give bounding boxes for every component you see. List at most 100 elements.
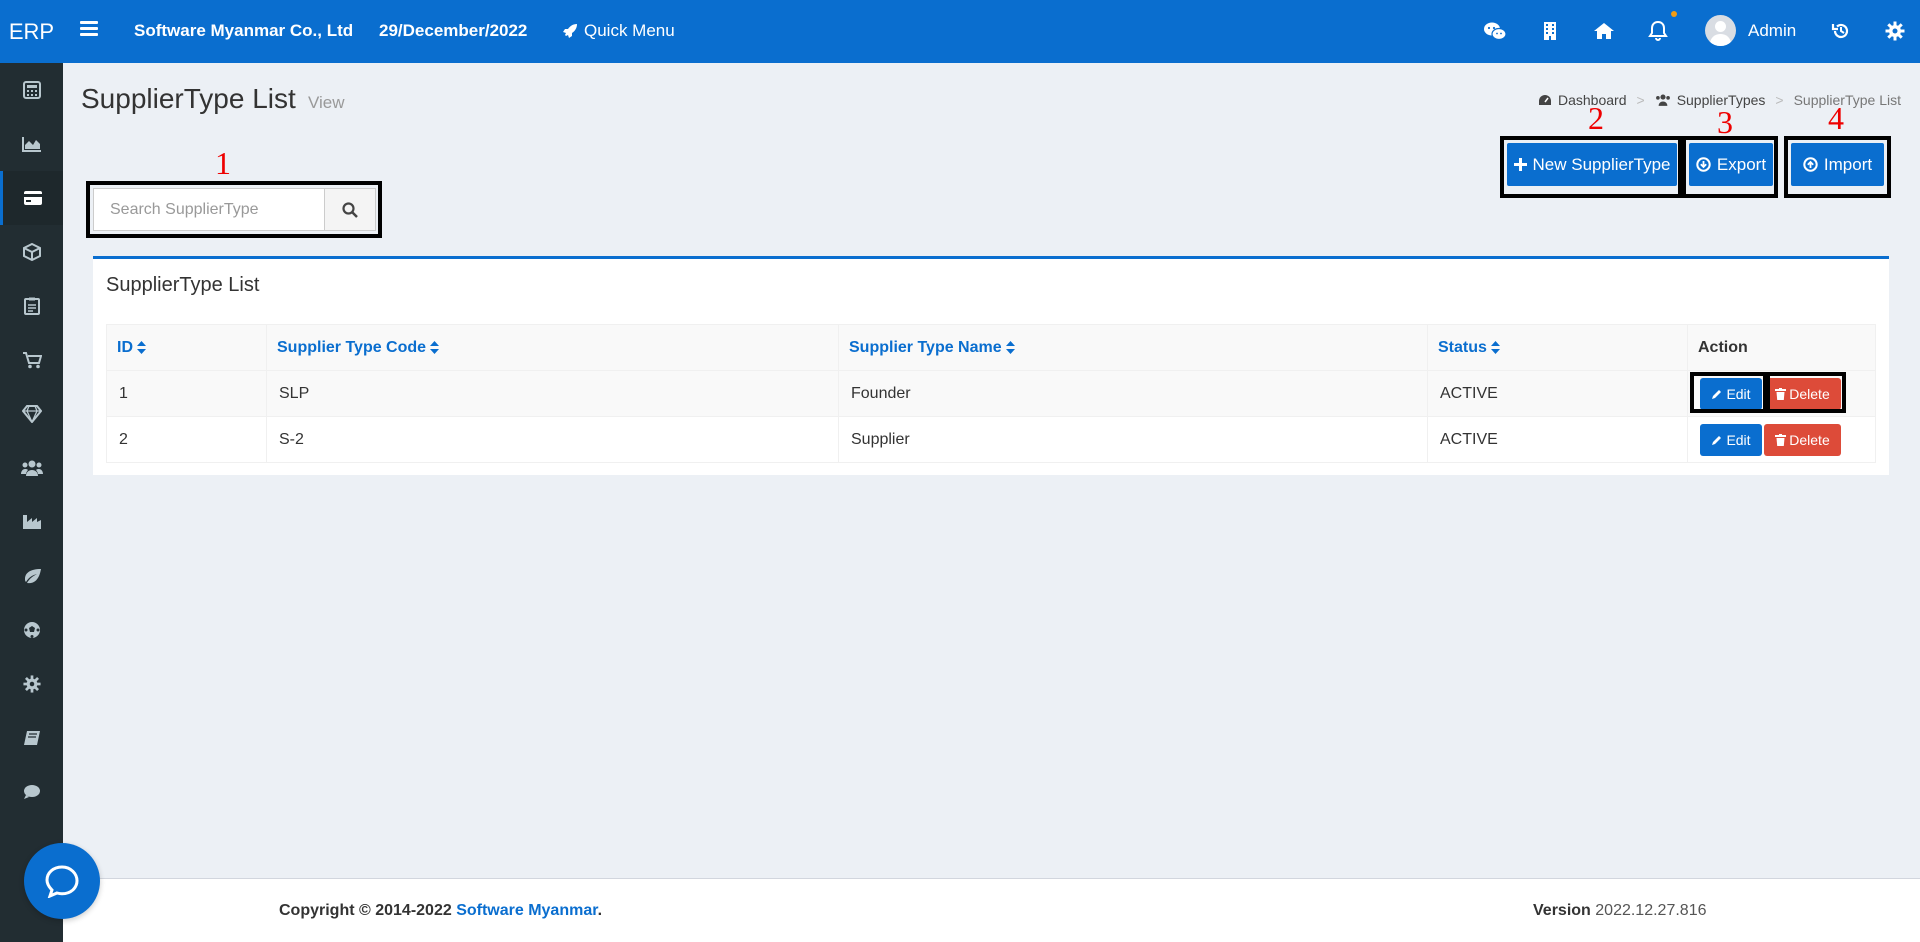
search-input[interactable]: [94, 189, 324, 230]
column-header-status-label: Status: [1438, 338, 1487, 356]
breadcrumb-supplier-types[interactable]: SupplierTypes: [1655, 92, 1765, 108]
users-icon[interactable]: [0, 441, 63, 495]
edit-button[interactable]: Edit: [1700, 423, 1762, 456]
cell-action: Edit Delete: [1687, 416, 1876, 463]
version-info: Version 2022.12.27.816: [1533, 902, 1706, 920]
avatar[interactable]: [1705, 15, 1736, 46]
table-row: 1 SLP Founder ACTIVE Edit Delete: [106, 370, 1876, 417]
home-icon[interactable]: [1591, 18, 1617, 44]
column-header-id[interactable]: ID: [106, 324, 267, 371]
diamond-icon[interactable]: [0, 387, 63, 441]
annotation-marker-4: 4: [1828, 100, 1844, 136]
sort-icon: [1490, 340, 1500, 354]
cell-id: 2: [106, 416, 267, 463]
settings-gear-icon[interactable]: [1882, 18, 1908, 44]
import-button[interactable]: Import: [1791, 143, 1884, 186]
import-circle-icon: [1803, 157, 1818, 172]
column-header-name-label: Supplier Type Name: [849, 338, 1002, 356]
copyright-prefix: Copyright © 2014-2022: [279, 902, 457, 919]
company-name: Software Myanmar Co., Ltd: [134, 21, 354, 40]
app-logo[interactable]: ERP: [0, 0, 63, 63]
quick-menu-label: Quick Menu: [584, 21, 675, 40]
breadcrumb-current: SupplierType List: [1793, 92, 1901, 108]
users-icon: [1655, 94, 1670, 106]
sort-icon: [1005, 340, 1015, 354]
sort-icon: [430, 340, 440, 354]
new-suppliertype-button[interactable]: New SupplierType: [1507, 143, 1677, 186]
calculator-icon[interactable]: [0, 63, 63, 117]
panel-title: SupplierType List: [106, 274, 260, 296]
shopping-cart-icon[interactable]: [0, 333, 63, 387]
area-chart-icon[interactable]: [0, 117, 63, 171]
wechat-icon[interactable]: [1482, 18, 1508, 44]
new-suppliertype-label: New SupplierType: [1532, 154, 1671, 174]
chat-widget-button[interactable]: [24, 843, 100, 919]
current-date: 29/December/2022: [379, 21, 528, 40]
cell-code: S-2: [266, 416, 839, 463]
search-icon: [342, 201, 358, 218]
annotation-marker-2: 2: [1588, 100, 1604, 136]
sidebar-toggle-icon[interactable]: [80, 21, 98, 41]
sidebar: [0, 63, 63, 942]
credit-card-icon[interactable]: [0, 171, 63, 225]
company-link[interactable]: Software Myanmar: [456, 902, 597, 919]
comment-icon[interactable]: [0, 765, 63, 819]
import-label: Import: [1823, 154, 1873, 174]
quick-menu-link[interactable]: Quick Menu: [562, 21, 675, 41]
column-header-name[interactable]: Supplier Type Name: [838, 324, 1428, 371]
footer: Copyright © 2014-2022 Software Myanmar. …: [63, 878, 1920, 942]
version-number: 2022.12.27.816: [1595, 902, 1707, 919]
breadcrumb-separator: >: [1636, 92, 1645, 108]
column-header-code-label: Supplier Type Code: [277, 338, 427, 356]
dashboard-icon: [1539, 95, 1551, 105]
breadcrumb-dashboard[interactable]: Dashboard: [1538, 92, 1627, 108]
page-subtitle: View: [308, 93, 345, 112]
history-icon[interactable]: [1828, 18, 1854, 44]
edit-label: Edit: [1726, 431, 1751, 448]
page-title: SupplierType List: [81, 83, 296, 114]
sort-icon: [137, 340, 146, 354]
column-header-status[interactable]: Status: [1427, 324, 1688, 371]
export-button[interactable]: Export: [1689, 143, 1773, 186]
building-icon[interactable]: [1537, 18, 1563, 44]
suppliertype-table: ID Supplier Type Code Supplier Type Name…: [106, 324, 1876, 463]
top-navbar: ERP Software Myanmar Co., Ltd 29/Decembe…: [0, 0, 1920, 63]
delete-label: Delete: [1789, 431, 1830, 448]
cube-icon[interactable]: [0, 225, 63, 279]
clipboard-icon[interactable]: [0, 279, 63, 333]
rocket-icon: [563, 24, 577, 38]
search-group: [93, 188, 376, 231]
version-label: Version: [1533, 902, 1591, 919]
cell-status: ACTIVE: [1427, 370, 1688, 417]
copyright-suffix: .: [597, 902, 603, 919]
table-header-row: ID Supplier Type Code Supplier Type Name…: [106, 324, 1876, 371]
cell-name: Supplier: [838, 416, 1428, 463]
industry-icon[interactable]: [0, 495, 63, 549]
cell-status: ACTIVE: [1427, 416, 1688, 463]
chat-icon: [45, 865, 79, 898]
cell-code: SLP: [266, 370, 839, 417]
delete-button[interactable]: Delete: [1764, 423, 1841, 456]
column-header-code[interactable]: Supplier Type Code: [266, 324, 839, 371]
pencil-icon: [1712, 435, 1722, 445]
trash-icon: [1775, 433, 1787, 446]
search-button[interactable]: [324, 189, 375, 230]
cell-id: 1: [106, 370, 267, 417]
user-menu[interactable]: Admin: [1748, 21, 1796, 41]
leaf-icon[interactable]: [0, 549, 63, 603]
plus-icon: [1513, 158, 1527, 171]
annotation-box-5: [1690, 372, 1767, 413]
cell-name: Founder: [838, 370, 1428, 417]
copyright: Copyright © 2014-2022 Software Myanmar.: [279, 902, 602, 920]
gear-icon[interactable]: [0, 657, 63, 711]
notification-dot: [1671, 11, 1677, 17]
book-icon[interactable]: [0, 711, 63, 765]
annotation-marker-1: 1: [215, 145, 231, 181]
breadcrumb-separator: >: [1775, 92, 1784, 108]
column-header-id-label: ID: [117, 338, 133, 356]
annotation-box-6: [1766, 372, 1846, 413]
export-circle-icon: [1696, 157, 1711, 172]
table-row: 2 S-2 Supplier ACTIVE Edit Delete: [106, 416, 1876, 463]
soccer-ball-icon[interactable]: [0, 603, 63, 657]
bell-icon[interactable]: [1645, 18, 1671, 44]
